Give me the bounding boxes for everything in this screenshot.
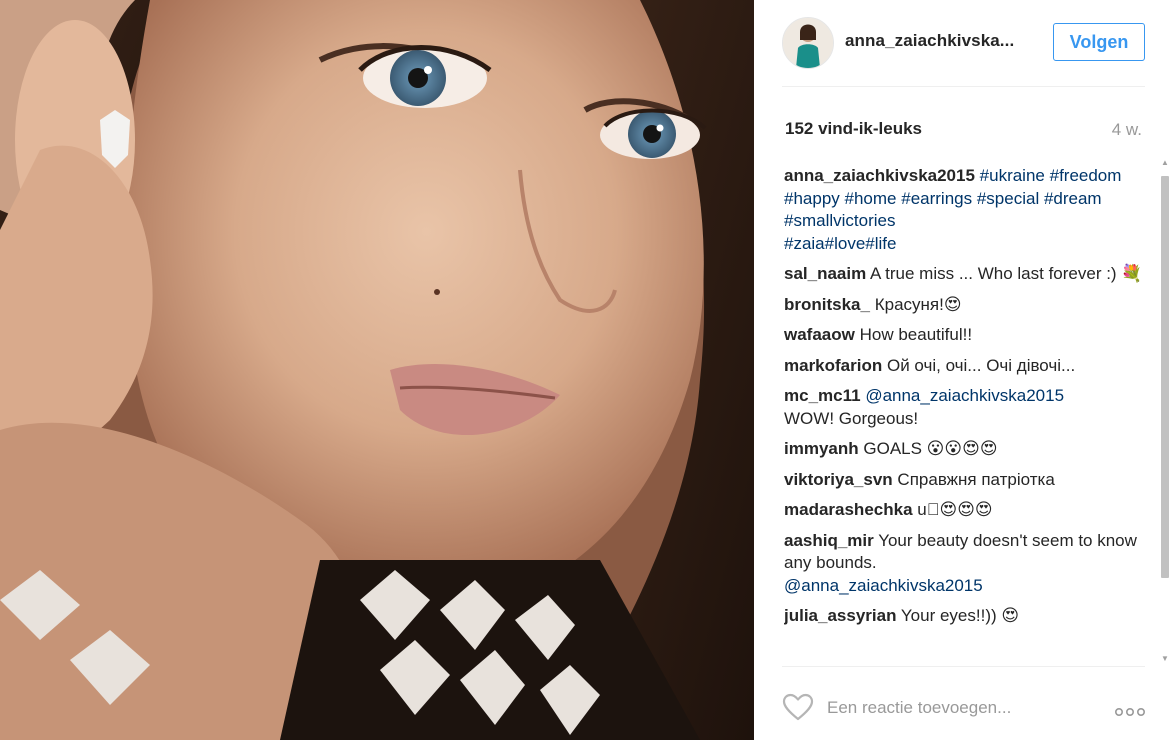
comment-text: Your eyes!!)) 😍 <box>900 606 1020 625</box>
comment-username[interactable]: sal_naaim <box>784 264 866 283</box>
comment-username[interactable]: aashiq_mir <box>784 531 874 550</box>
comment-text: Справжня патріотка <box>897 469 1055 489</box>
post-age[interactable]: 4 w. <box>1112 120 1142 140</box>
comment-username[interactable]: viktoriya_svn <box>784 470 893 489</box>
header-divider <box>782 86 1145 87</box>
comment-text: How beautiful!! <box>859 325 973 344</box>
follow-button[interactable]: Volgen <box>1053 23 1145 61</box>
post-photo[interactable] <box>0 0 754 740</box>
comment: madarashechka u🏻😍😍😍 <box>784 499 1156 522</box>
likes-count[interactable]: 152 vind-ik-leuks <box>785 119 922 139</box>
post-username[interactable]: anna_zaiachkivska... <box>845 31 1014 51</box>
comment-text: Ой очі, очі... Очі дівочі... <box>886 355 1076 375</box>
comment-username[interactable]: bronitska_ <box>784 295 870 314</box>
hashtag[interactable]: #smallvictories <box>784 211 895 230</box>
comment-username[interactable]: markofarion <box>784 356 882 375</box>
hashtag[interactable]: #special <box>977 189 1039 208</box>
post-sidebar: anna_zaiachkivska... Volgen 152 vind-ik-… <box>754 0 1171 740</box>
post-header: anna_zaiachkivska... Volgen <box>754 0 1171 86</box>
hashtag[interactable]: #home <box>845 189 897 208</box>
portrait-image <box>0 0 754 740</box>
comment-username[interactable]: wafaaow <box>784 325 855 344</box>
comment: viktoriya_svn Справжня патріотка <box>784 469 1156 492</box>
post-footer: Een reactie toevoegen... <box>754 666 1171 740</box>
hashtag[interactable]: #freedom <box>1050 166 1122 185</box>
more-options-icon[interactable] <box>1114 704 1147 722</box>
comment: julia_assyrian Your eyes!!)) 😍 <box>784 605 1156 628</box>
comment: sal_naaim A true miss ... Who last forev… <box>784 263 1156 286</box>
add-comment-input[interactable]: Een reactie toevoegen... <box>827 698 1011 718</box>
comment-username[interactable]: mc_mc11 <box>784 386 861 405</box>
scroll-up-arrow-icon[interactable]: ▲ <box>1161 158 1169 168</box>
heart-outline-icon[interactable] <box>782 693 814 721</box>
comment-username[interactable]: immyanh <box>784 439 859 458</box>
caption-username[interactable]: anna_zaiachkivska2015 <box>784 166 975 185</box>
comment: markofarion Ой очі, очі... Очі дівочі... <box>784 355 1156 378</box>
comment: aashiq_mir Your beauty doesn't seem to k… <box>784 530 1156 598</box>
comment-username[interactable]: madarashechka <box>784 500 913 519</box>
comment-text: A true miss ... Who last forever :) 💐 <box>870 264 1143 283</box>
comment: immyanh GOALS 😮😮😍😍 <box>784 438 1156 461</box>
hashtag[interactable]: #zaia#love#life <box>784 234 896 253</box>
scroll-down-arrow-icon[interactable]: ▼ <box>1161 654 1169 664</box>
hashtag[interactable]: #ukraine <box>980 166 1045 185</box>
avatar[interactable] <box>782 17 834 69</box>
comment-text: WOW! Gorgeous! <box>784 408 919 428</box>
hashtag[interactable]: #happy <box>784 189 840 208</box>
comment: wafaaow How beautiful!! <box>784 324 1156 347</box>
comments-list: anna_zaiachkivska2015 #ukraine #freedom … <box>784 165 1156 660</box>
scrollbar-thumb[interactable] <box>1161 176 1169 578</box>
comment-text: GOALS 😮😮😍😍 <box>863 439 998 458</box>
caption: anna_zaiachkivska2015 #ukraine #freedom … <box>784 165 1156 255</box>
comment-text: u🏻😍😍😍 <box>917 500 993 519</box>
comment-text: Красуня!😍 <box>874 294 962 314</box>
comment: bronitska_ Красуня!😍 <box>784 294 1156 317</box>
comment-mention[interactable]: @anna_zaiachkivska2015 <box>865 386 1064 405</box>
comment-mention[interactable]: @anna_zaiachkivska2015 <box>784 576 983 595</box>
hashtag[interactable]: #dream <box>1044 189 1102 208</box>
comments-scrollbar[interactable]: ▲ ▼ <box>1160 158 1170 664</box>
comment-username[interactable]: julia_assyrian <box>784 606 896 625</box>
comment: mc_mc11 @anna_zaiachkivska2015 WOW! Gorg… <box>784 385 1156 430</box>
hashtag[interactable]: #earrings <box>901 189 972 208</box>
avatar-image <box>783 18 833 68</box>
